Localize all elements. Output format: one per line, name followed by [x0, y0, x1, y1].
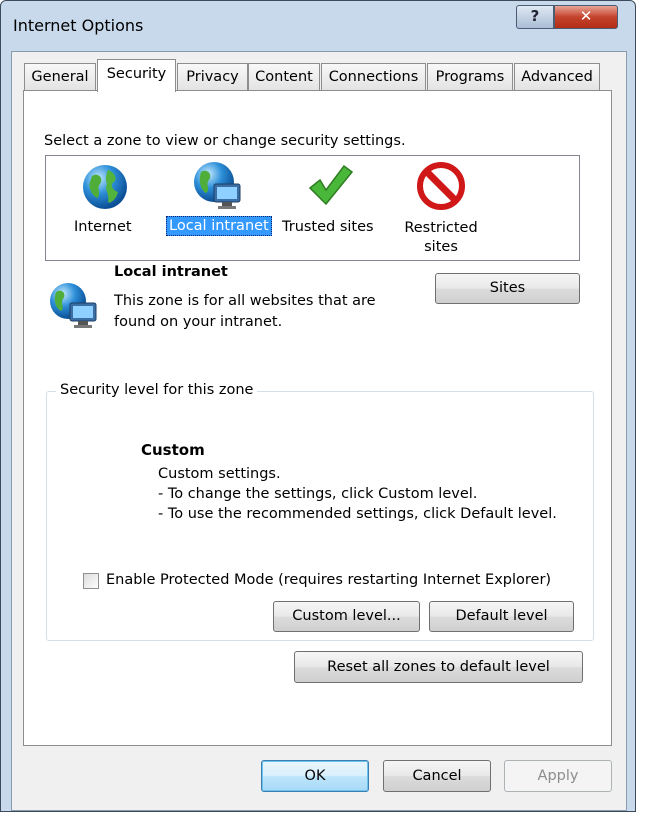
- tab-content[interactable]: Content: [248, 63, 320, 90]
- window-title: Internet Options: [13, 16, 144, 35]
- zone-item-local-intranet[interactable]: Local intranet: [166, 160, 272, 242]
- protected-mode-label[interactable]: Enable Protected Mode (requires restarti…: [106, 572, 551, 588]
- no-entry-icon: [417, 162, 465, 210]
- apply-button[interactable]: Apply: [504, 760, 612, 792]
- zone-item-trusted-sites[interactable]: Trusted sites: [278, 162, 383, 242]
- checkmark-icon: [308, 164, 354, 206]
- description-line: Custom settings.: [158, 466, 281, 482]
- tab-privacy[interactable]: Privacy: [177, 63, 248, 90]
- tab-programs[interactable]: Programs: [427, 63, 513, 90]
- title-bar[interactable]: Internet Options ? ✕: [1, 1, 635, 51]
- intranet-icon: [194, 162, 241, 209]
- description-line: - To use the recommended settings, click…: [158, 506, 557, 522]
- globe-icon: [83, 165, 127, 209]
- reset-all-zones-button[interactable]: Reset all zones to default level: [294, 651, 583, 683]
- tab-connections[interactable]: Connections: [321, 63, 426, 90]
- security-level-description: Custom settings. - To change the setting…: [158, 464, 557, 524]
- description-line: - To change the settings, click Custom l…: [158, 486, 478, 502]
- help-button[interactable]: ?: [516, 5, 554, 29]
- tab-advanced[interactable]: Advanced: [514, 63, 600, 90]
- zone-selected-label: Local intranet: [166, 216, 272, 236]
- zone-label-local-intranet: Local intranet: [166, 216, 272, 236]
- protected-mode-checkbox[interactable]: [83, 573, 99, 589]
- zone-item-restricted-sites[interactable]: Restricted sites: [396, 162, 486, 258]
- zone-label-trusted-sites: Trusted sites: [282, 219, 374, 235]
- ok-button[interactable]: OK: [261, 760, 369, 792]
- close-button[interactable]: ✕: [554, 5, 618, 29]
- default-level-button[interactable]: Default level: [429, 601, 574, 632]
- zone-list: Internet Local intranet Trusted sites Re…: [45, 155, 580, 261]
- sites-button[interactable]: Sites: [435, 273, 580, 304]
- tab-security[interactable]: Security: [97, 59, 176, 92]
- zone-info-description: This zone is for all websites that are f…: [114, 293, 376, 330]
- security-level-title: Custom: [141, 441, 205, 459]
- tab-general[interactable]: General: [24, 63, 96, 90]
- cancel-button[interactable]: Cancel: [383, 760, 491, 792]
- zone-prompt: Select a zone to view or change security…: [44, 133, 406, 149]
- zone-label-restricted-sites: Restricted sites: [404, 220, 478, 255]
- intranet-icon: [50, 283, 97, 328]
- zone-info-title: Local intranet: [114, 264, 228, 280]
- custom-level-button[interactable]: Custom level...: [273, 601, 420, 632]
- security-level-legend: Security level for this zone: [56, 382, 258, 398]
- zone-label-internet: Internet: [74, 219, 132, 235]
- zone-item-internet[interactable]: Internet: [64, 162, 144, 242]
